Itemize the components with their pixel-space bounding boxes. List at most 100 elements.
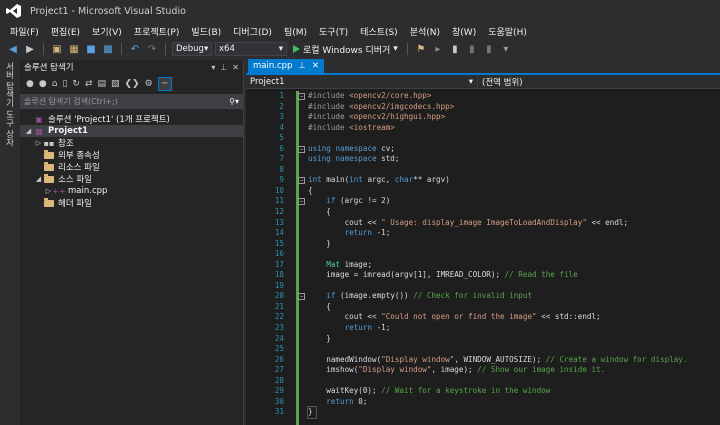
server-explorer-tab[interactable]: 서버 탐색기 bbox=[3, 62, 15, 107]
tree-item-main-cpp[interactable]: ▷ ++ main.cpp bbox=[20, 185, 243, 197]
menu-help[interactable]: 도움말(H) bbox=[482, 25, 533, 38]
show-all-files-icon[interactable]: ▧ bbox=[111, 79, 120, 89]
collapsed-arrow-icon: ▷ bbox=[35, 139, 42, 147]
menu-file[interactable]: 파일(F) bbox=[4, 25, 45, 38]
redo-icon[interactable]: ↷ bbox=[145, 42, 159, 56]
outline-collapse-icon[interactable]: − bbox=[298, 177, 305, 184]
pending-changes-icon[interactable]: ↻ bbox=[72, 79, 80, 89]
menu-window[interactable]: 창(W) bbox=[446, 25, 482, 38]
code-line: return -1; bbox=[344, 228, 391, 238]
save-icon[interactable]: ■ bbox=[84, 42, 98, 56]
start-debugging-button[interactable]: 로컬 Windows 디버거 ▾ bbox=[290, 43, 401, 56]
close-icon[interactable]: ✕ bbox=[312, 61, 319, 71]
close-icon[interactable]: ✕ bbox=[232, 63, 239, 72]
pin-icon[interactable]: ⊥ bbox=[220, 63, 227, 72]
tree-item-label: Project1 bbox=[48, 126, 88, 136]
menu-project[interactable]: 프로젝트(P) bbox=[128, 25, 186, 38]
line-number: 15 bbox=[274, 238, 284, 248]
solution-explorer-header: 솔루션 탐색기 ▾ ⊥ ✕ bbox=[20, 60, 243, 74]
switch-views-icon[interactable]: ▯ bbox=[62, 79, 67, 89]
tree-item-header-files[interactable]: 헤더 파일 bbox=[20, 197, 243, 209]
navigation-bar: Project1 ▾ (전역 범위) bbox=[246, 75, 720, 89]
code-area[interactable]: 1 2 3 4 5 6 7 8 9 10 11 12 13 14 15 16 1… bbox=[246, 91, 720, 425]
undo-icon[interactable]: ↶ bbox=[128, 42, 142, 56]
sync-icon[interactable]: ⇄ bbox=[85, 79, 93, 89]
menu-debug[interactable]: 디버그(D) bbox=[227, 25, 278, 38]
project-value: Project1 bbox=[250, 76, 285, 87]
solution-explorer-title: 솔루션 탐색기 bbox=[24, 63, 74, 73]
folder-icon bbox=[43, 173, 55, 184]
next-bookmark-icon[interactable]: ▮ bbox=[482, 42, 496, 56]
properties-icon[interactable]: ⚙ bbox=[145, 79, 153, 89]
open-file-icon[interactable]: ▦ bbox=[67, 42, 81, 56]
solution-platform-dropdown[interactable]: x64 ▾ bbox=[215, 42, 287, 56]
home-icon[interactable]: ⌂ bbox=[52, 79, 58, 89]
outline-collapse-icon[interactable]: − bbox=[298, 293, 305, 300]
tree-item-external-dependencies[interactable]: 외부 종속성 bbox=[20, 149, 243, 161]
chevron-down-icon: ▾ bbox=[468, 76, 473, 87]
scope-dropdown[interactable]: (전역 범위) bbox=[478, 76, 720, 88]
tree-item-source-files[interactable]: ◢ 소스 파일 bbox=[20, 173, 243, 185]
toolbox-tab[interactable]: 도구 상자 bbox=[3, 110, 15, 147]
toolbar-separator bbox=[406, 43, 408, 55]
cpp-project-icon: ▩ bbox=[35, 126, 43, 136]
forward-icon[interactable]: ● bbox=[39, 79, 47, 89]
line-number: 8 bbox=[279, 164, 284, 174]
configuration-value: Debug bbox=[176, 44, 204, 54]
pin-icon[interactable]: ⊥ bbox=[298, 61, 305, 71]
tree-item-resource-files[interactable]: 리소스 파일 bbox=[20, 161, 243, 173]
code-line: if (argc != 2) bbox=[326, 196, 391, 206]
line-number: 18 bbox=[274, 270, 284, 280]
code-line: #include <opencv2/core.hpp> bbox=[308, 91, 432, 100]
tree-item-solution[interactable]: ▣ 솔루션 'Project1' (1개 프로젝트) bbox=[20, 113, 243, 126]
menu-view[interactable]: 보기(V) bbox=[86, 25, 128, 38]
menu-team[interactable]: 팀(M) bbox=[278, 25, 313, 38]
tree-item-project[interactable]: ◢ ▩ Project1 bbox=[20, 125, 243, 137]
solution-explorer-search-input[interactable]: 솔루션 탐색기 검색(Ctrl+;) ⚲▾ bbox=[20, 94, 243, 109]
preview-selected-icon[interactable]: ─ bbox=[157, 77, 172, 91]
step-icon[interactable]: ▸ bbox=[431, 42, 445, 56]
tree-item-references[interactable]: ▷ ▪▪ 참조 bbox=[20, 137, 243, 150]
code-line: using namespace cv; bbox=[308, 143, 395, 153]
toolbar-overflow-icon[interactable]: ▾ bbox=[499, 42, 513, 56]
folder-icon bbox=[43, 149, 55, 160]
find-in-files-icon[interactable]: ⚑ bbox=[414, 42, 428, 56]
outline-collapse-icon[interactable]: − bbox=[298, 146, 305, 153]
solution-explorer-toolbar: ● ● ⌂ ▯ ↻ ⇄ ▤ ▧ ❮❯ ⚙ ─ bbox=[20, 74, 243, 94]
code-line: namedWindow("Display window", WINDOW_AUT… bbox=[308, 354, 688, 364]
solution-configuration-dropdown[interactable]: Debug ▾ bbox=[172, 42, 212, 56]
menu-test[interactable]: 테스트(S) bbox=[354, 25, 404, 38]
project-dropdown[interactable]: Project1 ▾ bbox=[246, 75, 478, 88]
window-position-icon[interactable]: ▾ bbox=[211, 63, 215, 72]
outline-collapse-icon[interactable]: − bbox=[298, 198, 305, 205]
line-number: 19 bbox=[274, 280, 284, 290]
code-line: using namespace std; bbox=[308, 154, 400, 164]
line-number: 5 bbox=[279, 133, 284, 143]
menu-tools[interactable]: 도구(T) bbox=[313, 25, 354, 38]
bookmark-icon[interactable]: ▮ bbox=[448, 42, 462, 56]
back-icon[interactable]: ● bbox=[26, 79, 34, 89]
code-line: } bbox=[308, 333, 331, 343]
line-number: 29 bbox=[274, 386, 284, 396]
save-all-icon[interactable]: ▩ bbox=[101, 42, 115, 56]
code-line: } bbox=[307, 406, 317, 419]
tab-main-cpp[interactable]: main.cpp ⊥ ✕ bbox=[248, 59, 324, 73]
menu-edit[interactable]: 편집(E) bbox=[45, 25, 86, 38]
line-number: 27 bbox=[274, 365, 284, 375]
run-label: 로컬 Windows 디버거 bbox=[303, 45, 391, 56]
view-code-icon[interactable]: ❮❯ bbox=[125, 79, 140, 89]
collapse-all-icon[interactable]: ▤ bbox=[97, 79, 106, 89]
outline-collapse-icon[interactable]: − bbox=[298, 93, 305, 100]
forward-icon[interactable]: ▶ bbox=[23, 42, 37, 56]
back-icon[interactable]: ◀ bbox=[6, 42, 20, 56]
menu-analyze[interactable]: 분석(N) bbox=[404, 25, 446, 38]
code-line: { bbox=[308, 185, 313, 195]
search-placeholder: 솔루션 탐색기 검색(Ctrl+;) bbox=[24, 97, 118, 106]
new-project-icon[interactable]: ▣ bbox=[50, 42, 64, 56]
prev-bookmark-icon[interactable]: ▮ bbox=[465, 42, 479, 56]
chevron-down-icon: ▾ bbox=[278, 44, 283, 54]
menu-build[interactable]: 빌드(B) bbox=[185, 25, 227, 38]
expanded-arrow-icon: ◢ bbox=[35, 175, 42, 183]
